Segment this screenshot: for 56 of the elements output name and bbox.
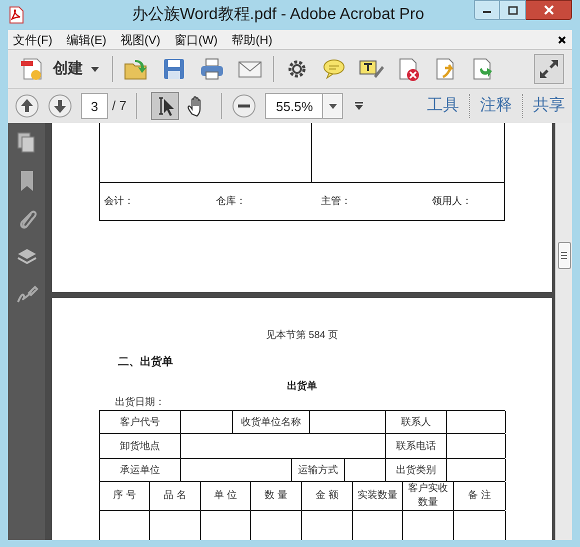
form-label: 出货类别 [396, 464, 436, 478]
column-header: 备 注 [467, 489, 492, 503]
arrow-down-icon[interactable] [48, 94, 72, 118]
dropdown-button[interactable] [323, 93, 344, 119]
menu-item[interactable]: 文件(F) [12, 30, 54, 48]
zoom-out-icon[interactable] [232, 94, 256, 118]
select-tool-button[interactable] [151, 92, 180, 120]
menu-item[interactable]: 窗口(W) [173, 30, 219, 48]
form-label: 收货单位名称 [241, 416, 301, 430]
caret-icon [328, 104, 337, 108]
more-tools-icon[interactable] [354, 101, 364, 111]
restore-icon [508, 6, 518, 14]
column-header: 序 号 [112, 489, 137, 503]
column-header: 品 名 [162, 489, 188, 503]
close-icon [542, 5, 554, 15]
page-count: / 7 [112, 97, 126, 116]
page-reference: 见本节第 584 页 [266, 328, 338, 343]
form-label: 客户代号 [120, 416, 160, 430]
menu-item[interactable]: 编辑(E) [65, 30, 108, 48]
form-title: 出货单 [287, 380, 317, 394]
zoom-field[interactable]: 55.5% [265, 93, 324, 119]
signature-label: 会计： [104, 194, 135, 209]
form-label: 运输方式 [298, 464, 338, 478]
form-label: 联系人 [401, 416, 431, 430]
create-button[interactable]: 创建 [16, 53, 102, 85]
close-button[interactable] [526, 0, 572, 20]
window-title: 办公族Word教程.pdf - Adobe Acrobat Pro [132, 4, 424, 25]
scrollbar-thumb[interactable] [558, 242, 570, 269]
column-header: 单 位 [213, 489, 238, 503]
column-header: 数 量 [264, 489, 288, 503]
menu-item[interactable]: 视图(V) [119, 30, 162, 48]
date-label: 出货日期： [115, 397, 165, 408]
pdf-icon [8, 6, 24, 24]
caret-icon [91, 66, 99, 72]
column-header: 实装数量 [356, 489, 398, 503]
section-heading: 二、出货单 [118, 356, 173, 368]
close-icon[interactable] [557, 34, 567, 44]
form-label: 卸货地点 [120, 440, 160, 454]
signature-label: 主管： [321, 194, 352, 209]
form-label: 承运单位 [120, 464, 160, 478]
column-header: 金 额 [314, 489, 340, 503]
menu-item[interactable]: 帮助(H) [230, 30, 274, 48]
form-label: 联系电话 [396, 440, 436, 454]
print-icon[interactable] [199, 56, 225, 82]
signature-label: 仓库： [216, 194, 247, 209]
panel-tab[interactable]: 工具 [427, 94, 459, 118]
panel-tab[interactable]: 注释 [480, 94, 512, 118]
expand-icon[interactable] [534, 54, 564, 84]
restore-button[interactable] [500, 0, 526, 20]
signature-label: 领用人： [432, 195, 472, 209]
minimize-button[interactable] [474, 0, 500, 20]
page-number-field[interactable]: 3 [81, 93, 108, 119]
panel-tab[interactable]: 共享 [533, 94, 565, 118]
column-header: 客户实收数量 [407, 482, 449, 510]
save-icon[interactable] [161, 56, 187, 82]
arrow-up-icon[interactable] [15, 94, 39, 118]
